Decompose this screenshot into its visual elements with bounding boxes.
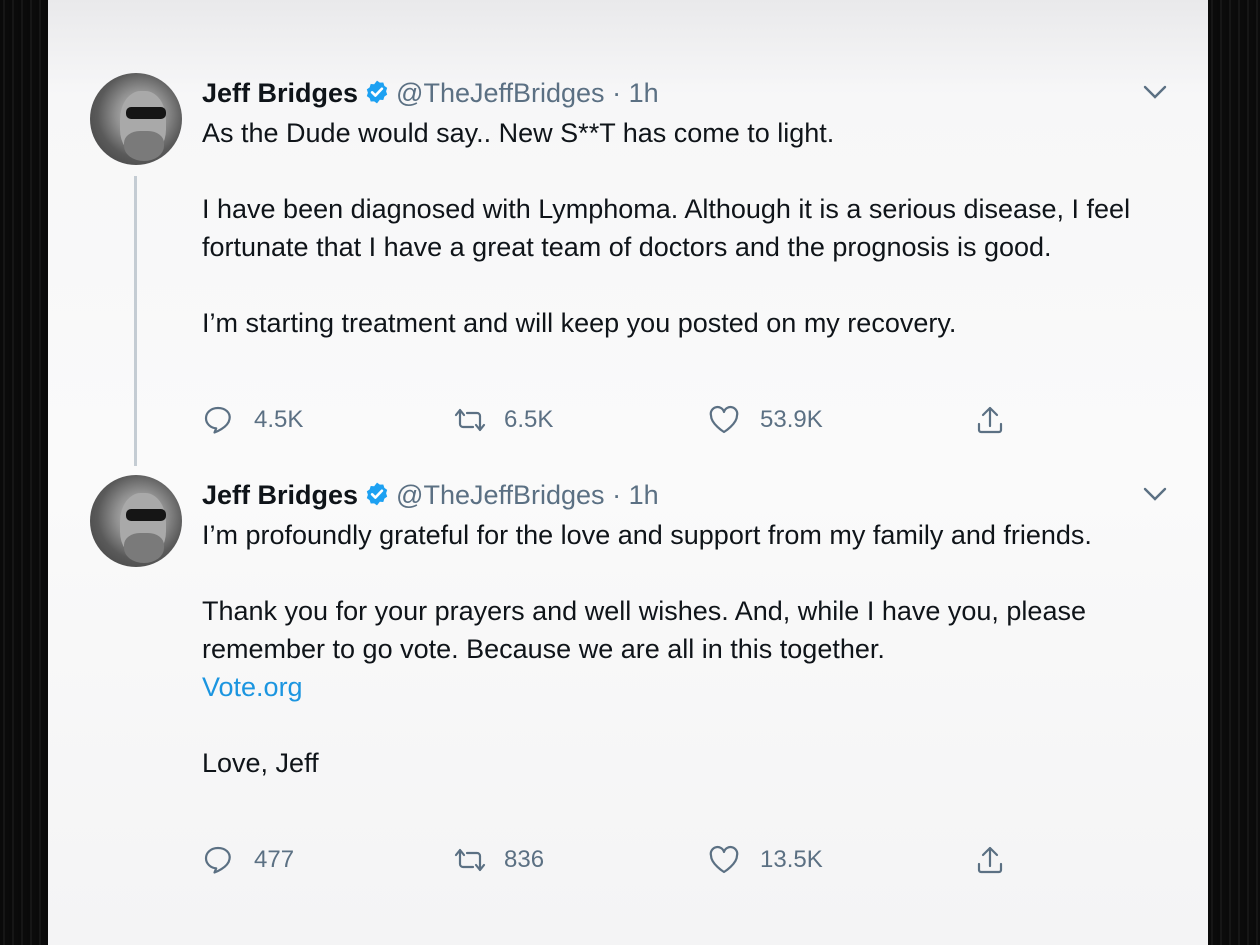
- retweet-count: 836: [504, 846, 545, 873]
- timestamp[interactable]: 1h: [629, 480, 659, 510]
- share-button[interactable]: [974, 402, 1026, 438]
- author-name[interactable]: Jeff Bridges: [202, 78, 358, 108]
- like-icon: [709, 405, 739, 434]
- author-handle[interactable]: @TheJeffBridges: [396, 480, 605, 510]
- reply-icon: [204, 846, 231, 874]
- retweet-button[interactable]: 836: [452, 842, 544, 878]
- like-button[interactable]: 13.5K: [708, 842, 823, 878]
- retweet-icon: [454, 848, 486, 872]
- background-right: [1208, 0, 1260, 945]
- tweet-paragraph: I’m profoundly grateful for the love and…: [202, 520, 1092, 550]
- tweet-paragraph: Love, Jeff: [202, 748, 319, 778]
- retweet-count: 6.5K: [504, 406, 554, 433]
- chevron-down-icon[interactable]: [1142, 82, 1168, 107]
- tweet-text: As the Dude would say.. New S**T has com…: [202, 114, 1182, 342]
- tweet-paragraph: As the Dude would say.. New S**T has com…: [202, 118, 835, 148]
- avatar[interactable]: [90, 73, 182, 165]
- reply-button[interactable]: 4.5K: [202, 402, 303, 438]
- tweet-paragraph: I’m starting treatment and will keep you…: [202, 308, 957, 338]
- separator: ·: [612, 480, 622, 510]
- verified-badge-icon: [364, 79, 390, 112]
- tweet-header: Jeff Bridges @TheJeffBridges · 1h: [202, 78, 659, 112]
- timestamp[interactable]: 1h: [629, 78, 659, 108]
- tweet-paragraph: I have been diagnosed with Lymphoma. Alt…: [202, 194, 1131, 262]
- share-button[interactable]: [974, 842, 1026, 878]
- background-left: [0, 0, 48, 945]
- retweet-button[interactable]: 6.5K: [452, 402, 553, 438]
- reply-count: 477: [254, 846, 295, 873]
- author-handle[interactable]: @TheJeffBridges: [396, 78, 605, 108]
- separator: ·: [612, 78, 622, 108]
- like-count: 13.5K: [760, 846, 823, 873]
- vote-link[interactable]: Vote.org: [202, 672, 303, 702]
- chevron-down-icon[interactable]: [1142, 484, 1168, 509]
- reply-icon: [204, 406, 231, 434]
- verified-badge-icon: [364, 481, 390, 514]
- reply-button[interactable]: 477: [202, 842, 294, 878]
- like-button[interactable]: 53.9K: [708, 402, 823, 438]
- tweet-text: I’m profoundly grateful for the love and…: [202, 516, 1182, 782]
- tweet-paragraph: Thank you for your prayers and well wish…: [202, 596, 1086, 664]
- share-icon: [977, 846, 1003, 874]
- tweet-thread: Jeff Bridges @TheJeffBridges · 1h As the …: [48, 0, 1208, 945]
- author-name[interactable]: Jeff Bridges: [202, 480, 358, 510]
- retweet-icon: [454, 408, 486, 432]
- avatar[interactable]: [90, 475, 182, 567]
- tweet-header: Jeff Bridges @TheJeffBridges · 1h: [202, 480, 659, 514]
- like-icon: [709, 845, 739, 874]
- thread-connector: [134, 176, 137, 466]
- reply-count: 4.5K: [254, 406, 304, 433]
- share-icon: [977, 406, 1003, 434]
- like-count: 53.9K: [760, 406, 823, 433]
- tweet-actions: 4.5K 6.5K 53.9K: [202, 402, 1062, 438]
- tweet-actions: 477 836 13.5K: [202, 842, 1062, 878]
